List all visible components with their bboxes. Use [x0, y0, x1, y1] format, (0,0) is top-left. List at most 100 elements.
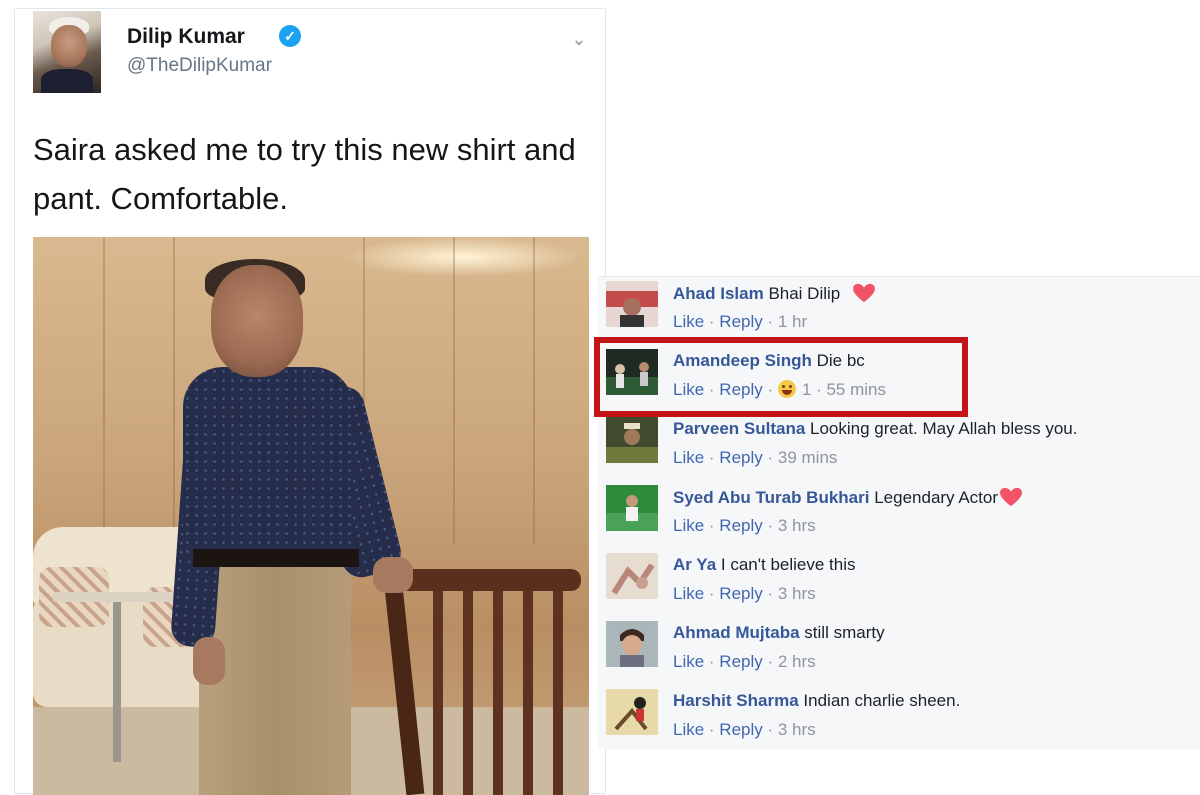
comment: Harshit Sharma Indian charlie sheen. Lik…	[598, 685, 1200, 753]
comment-author[interactable]: Ahad Islam Bhai Dilip	[673, 283, 877, 304]
avatar[interactable]	[606, 689, 658, 735]
avatar-image	[606, 281, 658, 327]
reply-link[interactable]: Reply	[719, 652, 762, 671]
separator: ·	[704, 448, 720, 467]
separator: ·	[762, 448, 778, 467]
comment-time[interactable]: 2 hrs	[778, 652, 816, 671]
comment-author[interactable]: Parveen Sultana Looking great. May Allah…	[673, 419, 1077, 439]
side-table-leg	[113, 602, 121, 762]
heart-icon	[853, 283, 875, 303]
curtain-fold	[533, 237, 535, 545]
curtain-fold	[173, 237, 175, 545]
avatar-image	[606, 485, 658, 531]
separator: ·	[762, 584, 778, 603]
like-link[interactable]: Like	[673, 720, 704, 739]
separator: ·	[762, 312, 778, 331]
comment: Ar Ya I can't believe this Like · Reply …	[598, 549, 1200, 617]
avatar-face	[51, 25, 87, 67]
comment-author-name[interactable]: Parveen Sultana	[673, 419, 805, 438]
reply-link[interactable]: Reply	[719, 584, 762, 603]
chair-slat	[523, 591, 533, 795]
avatar-image	[606, 417, 658, 463]
comment-author-name[interactable]: Ahmad Mujtaba	[673, 623, 800, 642]
comment-time[interactable]: 39 mins	[778, 448, 838, 467]
comment-actions: Like · Reply · 3 hrs	[673, 584, 816, 604]
comment: Ahad Islam Bhai Dilip Like · Reply · 1 h…	[598, 277, 1200, 345]
comment-author-name[interactable]: Ahad Islam	[673, 284, 764, 303]
like-link[interactable]: Like	[673, 584, 704, 603]
avatar[interactable]	[606, 281, 658, 327]
comment: Ahmad Mujtaba still smarty Like · Reply …	[598, 617, 1200, 685]
separator: ·	[704, 584, 720, 603]
highlight-box	[594, 337, 968, 417]
separator: ·	[762, 720, 778, 739]
avatar-image	[606, 621, 658, 667]
chair-slat	[433, 591, 443, 795]
comment-time[interactable]: 3 hrs	[778, 516, 816, 535]
tweet-text: Saira asked me to try this new shirt and…	[33, 132, 576, 216]
heart-icon	[1000, 487, 1022, 507]
comment-text: Indian charlie sheen.	[803, 691, 961, 710]
chair-slat	[553, 591, 563, 795]
avatar[interactable]	[606, 621, 658, 667]
man-shirt	[183, 367, 353, 557]
man-right-hand	[373, 557, 413, 593]
reply-link[interactable]: Reply	[719, 516, 762, 535]
verified-badge-icon: ✓	[279, 25, 301, 47]
separator: ·	[704, 652, 720, 671]
profile-avatar[interactable]	[33, 11, 101, 93]
comment-time[interactable]: 3 hrs	[778, 720, 816, 739]
chair-slat	[493, 591, 503, 795]
man-belt	[193, 549, 359, 567]
comment-author-name[interactable]: Harshit Sharma	[673, 691, 799, 710]
comment-text: I can't believe this	[720, 555, 856, 574]
like-link[interactable]: Like	[673, 652, 704, 671]
comment-author[interactable]: Syed Abu Turab Bukhari Legendary Actor	[673, 487, 1024, 508]
curtain-fold	[453, 237, 455, 545]
avatar[interactable]	[606, 417, 658, 463]
avatar-collar	[41, 69, 93, 93]
tweet-card: Dilip Kumar ✓ @TheDilipKumar ⌄ Saira ask…	[14, 8, 606, 795]
comment-actions: Like · Reply · 3 hrs	[673, 720, 816, 740]
comment-text: Legendary Actor	[874, 488, 999, 507]
separator: ·	[704, 720, 720, 739]
comment-author[interactable]: Harshit Sharma Indian charlie sheen.	[673, 691, 960, 711]
comment-author-name[interactable]: Ar Ya	[673, 555, 716, 574]
comment-author[interactable]: Ar Ya I can't believe this	[673, 555, 856, 575]
comment-text: still smarty	[804, 623, 885, 642]
curtain-fold	[103, 237, 105, 545]
comment: Syed Abu Turab Bukhari Legendary Actor L…	[598, 481, 1200, 549]
avatar[interactable]	[606, 485, 658, 531]
reply-link[interactable]: Reply	[719, 720, 762, 739]
separator: ·	[762, 516, 778, 535]
chair-slat	[463, 591, 473, 795]
separator: ·	[762, 652, 778, 671]
like-link[interactable]: Like	[673, 516, 704, 535]
comment: Parveen Sultana Looking great. May Allah…	[598, 413, 1200, 481]
separator: ·	[704, 516, 720, 535]
like-link[interactable]: Like	[673, 312, 704, 331]
comment-text: Looking great. May Allah bless you.	[810, 419, 1078, 438]
side-table-top	[53, 592, 183, 602]
comment-actions: Like · Reply · 2 hrs	[673, 652, 816, 672]
avatar[interactable]	[606, 553, 658, 599]
avatar-image	[606, 689, 658, 735]
separator: ·	[704, 312, 720, 331]
man-left-hand	[193, 637, 225, 685]
comment-text: Bhai Dilip	[768, 284, 841, 303]
reply-link[interactable]: Reply	[719, 312, 762, 331]
reply-link[interactable]: Reply	[719, 448, 762, 467]
ceiling-light	[343, 237, 583, 277]
tweet-photo[interactable]	[33, 237, 589, 795]
comment-actions: Like · Reply · 1 hr	[673, 312, 807, 332]
avatar-image	[606, 553, 658, 599]
comment-author-name[interactable]: Syed Abu Turab Bukhari	[673, 488, 869, 507]
comment-actions: Like · Reply · 39 mins	[673, 448, 837, 468]
comment-time[interactable]: 3 hrs	[778, 584, 816, 603]
comment-author[interactable]: Ahmad Mujtaba still smarty	[673, 623, 885, 643]
tweet-author-handle[interactable]: @TheDilipKumar	[127, 55, 272, 77]
chevron-down-icon[interactable]: ⌄	[567, 27, 591, 51]
comment-time[interactable]: 1 hr	[778, 312, 807, 331]
tweet-author-name[interactable]: Dilip Kumar	[127, 25, 245, 49]
like-link[interactable]: Like	[673, 448, 704, 467]
